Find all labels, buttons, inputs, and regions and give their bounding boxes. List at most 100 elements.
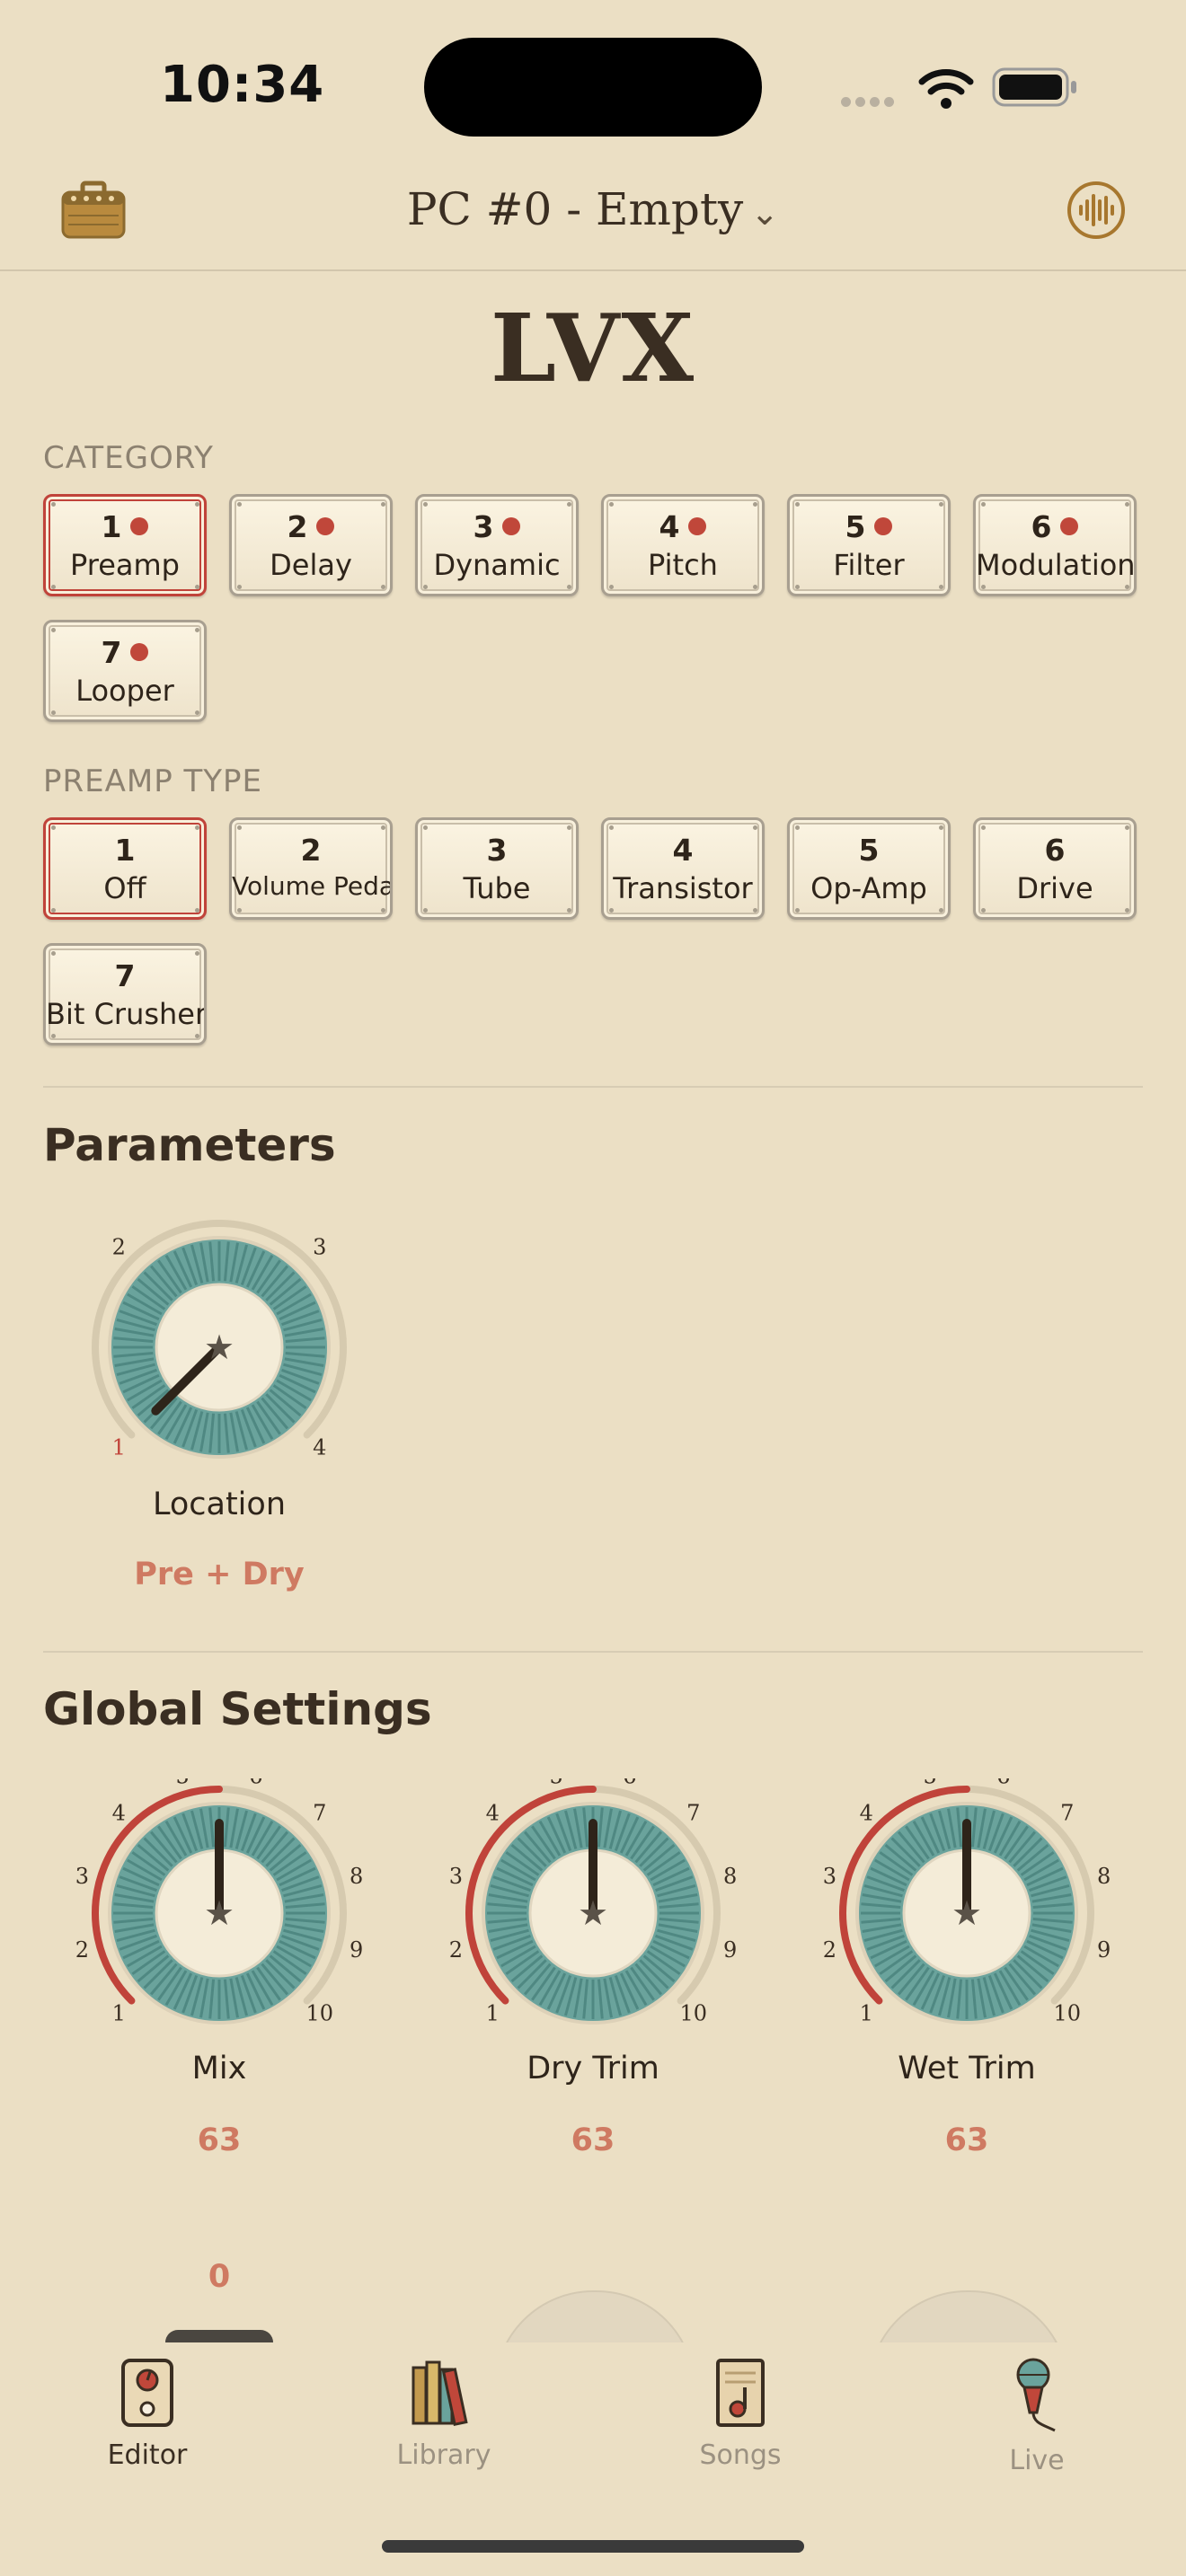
category-button-number-row: 7: [46, 635, 204, 670]
preamp-type-button-op-amp[interactable]: 5 Op-Amp: [787, 817, 951, 920]
screw-decoration: [795, 908, 800, 913]
knob-tick-label: 2: [823, 1937, 836, 1963]
screw-decoration: [981, 585, 986, 589]
screw-decoration: [609, 502, 614, 507]
category-button-label: Dynamic: [433, 548, 561, 582]
tab-editor[interactable]: Editor: [58, 2357, 237, 2471]
screw-decoration: [423, 908, 428, 913]
preamp-type-button-label: Transistor: [613, 871, 753, 905]
category-button-number: 4: [659, 509, 680, 544]
screw-decoration: [1125, 908, 1129, 913]
knob-tick-label: 1: [112, 2001, 126, 2026]
preamp-type-button-transistor[interactable]: 4 Transistor: [601, 817, 765, 920]
tab-library[interactable]: Library: [354, 2357, 534, 2471]
screw-decoration: [981, 825, 986, 830]
status-led-icon: [688, 516, 707, 535]
preamp-type-button-number: 5: [858, 833, 880, 868]
category-button-number-row: 4: [604, 509, 762, 544]
navbar-divider: [0, 269, 1186, 271]
knob-tick-label: 4: [486, 1800, 500, 1825]
preamp-type-button-volume-pedal[interactable]: 2 Volume Pedal: [229, 817, 393, 920]
tab-songs[interactable]: Songs: [651, 2357, 830, 2471]
knob-tick-label: 2: [75, 1937, 89, 1963]
screw-decoration: [51, 502, 56, 507]
screw-decoration: [1125, 502, 1129, 507]
screw-decoration: [939, 908, 943, 913]
category-button-filter[interactable]: 5 Filter: [787, 494, 951, 596]
wet-trim-value: 63: [944, 2122, 989, 2158]
screw-decoration: [381, 585, 385, 589]
screw-decoration: [51, 710, 56, 715]
screw-decoration: [939, 502, 943, 507]
knob-tick-label: 3: [823, 1864, 836, 1889]
screw-decoration: [981, 502, 986, 507]
dry-trim-value: 63: [571, 2122, 615, 2158]
screw-decoration: [753, 908, 757, 913]
knob-tick-label: 9: [350, 1937, 363, 1963]
category-button-number-row: 3: [418, 509, 576, 544]
screw-decoration: [795, 825, 800, 830]
category-button-number: 3: [473, 509, 494, 544]
knob-tick-label: 4: [313, 1435, 326, 1460]
tab-live[interactable]: Live: [947, 2357, 1127, 2476]
category-button-label: Preamp: [70, 548, 180, 582]
knob-tick-label: 8: [350, 1864, 363, 1889]
preamp-type-button-number-row: 3: [418, 833, 576, 868]
preamp-type-button-off[interactable]: 1 Off: [43, 817, 207, 920]
dry-trim-knob[interactable]: 1 2 3 4 5 6 7 8 9 10 ★: [449, 1778, 737, 2048]
location-knob[interactable]: 1 2 3 4 ★: [75, 1213, 363, 1482]
category-button-pitch[interactable]: 4 Pitch: [601, 494, 765, 596]
knob-tick-label: 10: [305, 2001, 333, 2026]
home-indicator[interactable]: [382, 2540, 804, 2553]
screw-decoration: [51, 585, 56, 589]
screw-decoration: [237, 585, 242, 589]
category-button-looper[interactable]: 7 Looper: [43, 620, 207, 722]
status-led-icon: [130, 642, 149, 661]
preset-selector[interactable]: PC #0 - Empty ⌄: [0, 183, 1186, 235]
screw-decoration: [609, 585, 614, 589]
knob-tick-label: 1: [486, 2001, 500, 2026]
song-sheet-icon: [716, 2359, 765, 2427]
tab-label: Songs: [699, 2439, 782, 2471]
status-led-icon: [316, 516, 335, 535]
screw-decoration: [195, 628, 199, 632]
screw-decoration: [51, 908, 56, 913]
mix-knob[interactable]: 1 2 3 4 5 6 7 8 9 10 ★: [75, 1778, 363, 2048]
category-heading: CATEGORY: [43, 440, 214, 476]
parameters-heading: Parameters: [43, 1119, 336, 1171]
cellular-signal-icon: [841, 93, 898, 110]
preamp-type-button-label: Drive: [1016, 871, 1093, 905]
category-button-modulation[interactable]: 6 Modulation: [973, 494, 1137, 596]
screw-decoration: [567, 908, 571, 913]
star-icon: ★: [204, 1328, 235, 1367]
pedal-icon: [121, 2359, 173, 2427]
preamp-type-button-number: 6: [1044, 833, 1066, 868]
screw-decoration: [795, 502, 800, 507]
category-button-number: 7: [101, 635, 122, 670]
screw-decoration: [237, 908, 242, 913]
knob-tick-label: 6: [996, 1778, 1010, 1788]
knob-tick-label: 2: [112, 1234, 126, 1259]
preamp-type-button-tube[interactable]: 3 Tube: [415, 817, 579, 920]
preamp-type-button-number: 1: [114, 833, 136, 868]
preamp-type-button-number-row: 7: [46, 958, 204, 993]
preamp-type-button-label: Volume Pedal: [232, 871, 390, 901]
category-button-number-row: 2: [232, 509, 390, 544]
audio-waveform-icon[interactable]: [1066, 180, 1127, 241]
screw-decoration: [195, 825, 199, 830]
preamp-type-button-bit-crusher[interactable]: 7 Bit Crusher: [43, 943, 207, 1045]
screw-decoration: [51, 951, 56, 956]
mix-label: Mix: [191, 2051, 247, 2086]
knob-tick-label: 9: [1097, 1937, 1111, 1963]
preamp-type-button-drive[interactable]: 6 Drive: [973, 817, 1137, 920]
wet-trim-knob[interactable]: 1 2 3 4 5 6 7 8 9 10 ★: [823, 1778, 1111, 2048]
category-button-delay[interactable]: 2 Delay: [229, 494, 393, 596]
knob-tick-label: 7: [313, 1800, 326, 1825]
section-divider: [43, 1651, 1143, 1653]
screw-decoration: [381, 502, 385, 507]
category-button-dynamic[interactable]: 3 Dynamic: [415, 494, 579, 596]
category-button-number: 5: [845, 509, 866, 544]
knob-tick-label: 3: [449, 1864, 463, 1889]
screw-decoration: [795, 585, 800, 589]
category-button-preamp[interactable]: 1 Preamp: [43, 494, 207, 596]
